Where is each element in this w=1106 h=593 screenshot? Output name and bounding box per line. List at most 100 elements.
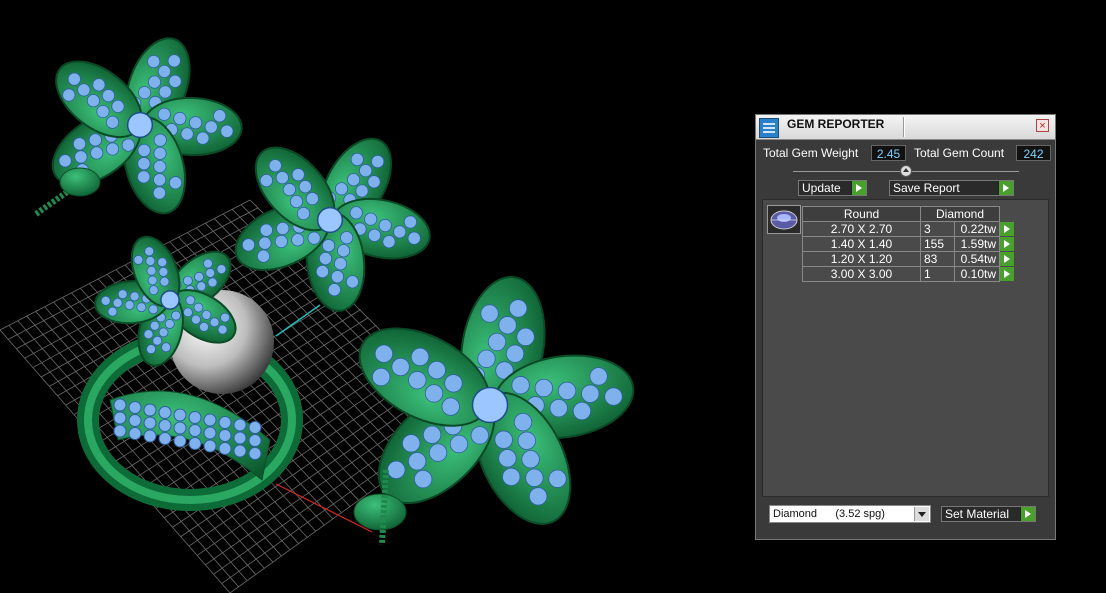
gem-stone	[350, 152, 364, 167]
gem-stone	[378, 218, 392, 233]
slider-thumb-icon[interactable]	[900, 165, 912, 177]
gem-stone	[387, 460, 406, 480]
gem-stone	[204, 120, 218, 134]
update-button[interactable]: Update	[798, 180, 867, 196]
gem-stone	[153, 173, 167, 187]
gem-stone	[549, 399, 568, 418]
gem-weight-cell: 0.54tw	[954, 251, 1000, 267]
gem-stone	[188, 116, 203, 130]
save-report-button[interactable]: Save Report	[889, 180, 1014, 196]
gem-stone	[382, 235, 396, 249]
set-material-button-label: Set Material	[945, 507, 1010, 521]
gem-stone	[171, 310, 181, 321]
row-select-button[interactable]	[1000, 222, 1015, 237]
flower-pendant-middle[interactable]	[226, 127, 436, 314]
gem-stone	[355, 184, 369, 198]
gem-stone	[494, 430, 513, 449]
gem-stone	[298, 180, 312, 194]
row-select-button[interactable]	[1000, 237, 1015, 252]
gem-stone	[74, 150, 88, 164]
table-row[interactable]: 1.40 X 1.40 155 1.59tw	[802, 236, 1015, 252]
gem-stone	[305, 192, 319, 206]
center-gem	[126, 111, 154, 139]
close-icon[interactable]: ×	[1036, 119, 1049, 132]
gem-stone	[58, 154, 72, 168]
chevron-down-icon[interactable]	[914, 507, 929, 521]
table-row[interactable]: 1.20 X 1.20 83 0.54tw	[802, 251, 1015, 267]
gem-stone	[422, 425, 442, 444]
gem-stone	[444, 374, 463, 393]
gem-stone	[147, 55, 161, 69]
gem-stone	[199, 321, 209, 332]
gem-stone	[220, 124, 234, 138]
table-row[interactable]: 3.00 X 3.00 1 0.10tw	[802, 266, 1015, 282]
material-dropdown[interactable]: Diamond (3.52 spg)	[769, 505, 931, 523]
gem-stone	[182, 307, 193, 318]
round-gem-thumbnail[interactable]	[767, 205, 801, 234]
gem-stone	[137, 157, 151, 171]
gem-stone	[367, 175, 381, 189]
gem-stone	[428, 443, 448, 462]
gem-stone	[148, 285, 159, 296]
gem-stone	[158, 266, 169, 277]
gem-weight-cell: 0.22tw	[954, 221, 1000, 237]
play-arrow-icon	[1000, 252, 1014, 266]
gem-stone	[143, 429, 157, 443]
row-select-button[interactable]	[1000, 267, 1015, 282]
gem-stone	[508, 299, 528, 318]
gem-stone	[113, 398, 127, 412]
gem-stone	[213, 109, 227, 123]
gem-stone	[513, 412, 533, 432]
gem-stone	[152, 186, 167, 200]
gem-stone	[128, 427, 142, 440]
gem-stone	[502, 467, 521, 486]
gem-stone	[188, 424, 202, 437]
gem-stone	[557, 381, 577, 401]
gem-stone	[124, 300, 135, 311]
gem-stone	[111, 99, 125, 113]
gem-size-cell: 1.20 X 1.20	[802, 251, 921, 267]
gem-stone	[88, 133, 102, 147]
gem-stone	[185, 295, 196, 306]
gem-stone	[188, 411, 202, 424]
gem-stone	[145, 256, 156, 267]
row-select-button[interactable]	[1000, 252, 1015, 267]
gem-stone	[67, 72, 81, 86]
total-gem-count-value: 242	[1016, 145, 1051, 161]
gem-list[interactable]: Round Diamond 2.70 X 2.70 3 0.22tw 1.40 X 1…	[762, 199, 1049, 497]
gem-size-cell: 3.00 X 3.00	[802, 266, 921, 282]
gem-stone	[161, 342, 172, 353]
gem-stone	[136, 302, 147, 313]
gem-weight-cell: 0.10tw	[954, 266, 1000, 282]
gem-stone	[256, 249, 271, 263]
panel-titlebar[interactable]: GEM REPORTER ×	[756, 115, 1055, 140]
gem-stone	[168, 176, 183, 190]
gem-stone	[307, 231, 321, 245]
gem-stone	[268, 159, 282, 173]
gem-stone	[101, 89, 115, 103]
table-row[interactable]: 2.70 X 2.70 3 0.22tw	[802, 221, 1015, 237]
earring-post-left	[34, 167, 101, 217]
gem-reporter-panel: GEM REPORTER × Total Gem Weight 2.45 Tot…	[755, 114, 1056, 540]
gem-stone	[146, 265, 157, 276]
set-material-button[interactable]: Set Material	[941, 506, 1036, 522]
play-arrow-icon	[851, 181, 866, 195]
gem-stone	[371, 367, 391, 387]
gem-stone	[408, 371, 427, 390]
gem-stone	[117, 289, 128, 300]
gem-stone	[144, 246, 155, 257]
gem-stone	[407, 231, 421, 245]
gem-stone	[534, 378, 553, 398]
gem-reporter-icon	[759, 118, 779, 138]
gem-stone	[517, 431, 536, 450]
gem-stone	[194, 271, 204, 282]
gem-stone	[248, 434, 262, 447]
gem-stone	[349, 206, 363, 220]
gem-stone	[129, 291, 140, 302]
gem-stone	[604, 387, 623, 406]
material-dropdown-value: Diamond (3.52 spg)	[773, 508, 885, 520]
gem-stone	[371, 154, 385, 169]
gem-stone	[424, 384, 444, 403]
gem-stone	[364, 212, 378, 226]
gem-stone	[193, 302, 204, 313]
